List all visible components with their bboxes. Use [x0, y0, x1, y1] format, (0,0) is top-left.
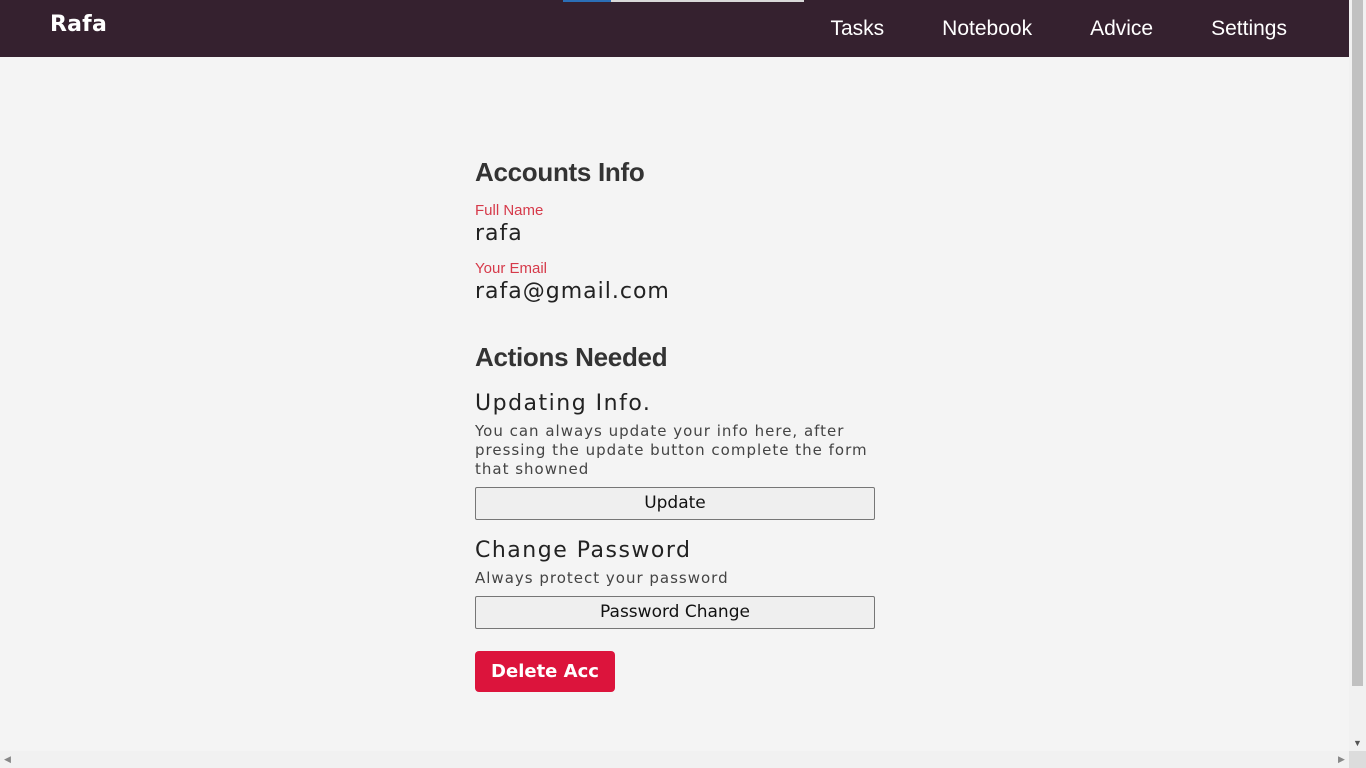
update-info-title: Updating Info. [475, 391, 652, 416]
nav-link-tasks[interactable]: Tasks [830, 17, 884, 41]
vertical-scrollbar[interactable]: ▼ [1349, 0, 1366, 751]
nav-link-settings[interactable]: Settings [1211, 17, 1287, 41]
nav-links: Tasks Notebook Advice Settings [772, 0, 1287, 57]
full-name-value: rafa [475, 221, 523, 246]
vertical-scroll-thumb[interactable] [1352, 0, 1363, 686]
scroll-right-arrow-icon[interactable]: ▶ [1336, 754, 1347, 765]
change-password-title: Change Password [475, 538, 692, 563]
settings-content: Accounts Info Full Name rafa Your Email … [475, 157, 875, 692]
nav-link-advice[interactable]: Advice [1090, 17, 1153, 41]
page-progress-bar [563, 0, 804, 2]
page-progress-fill [563, 0, 612, 2]
accounts-info-heading: Accounts Info [475, 157, 645, 187]
horizontal-scrollbar[interactable]: ◀ ▶ [0, 751, 1349, 768]
actions-needed-heading: Actions Needed [475, 342, 668, 372]
scroll-left-arrow-icon[interactable]: ◀ [2, 754, 13, 765]
update-button[interactable]: Update [475, 487, 875, 520]
full-name-label: Full Name [475, 202, 544, 219]
brand-logo[interactable]: Rafa [50, 12, 107, 37]
delete-account-button[interactable]: Delete Acc [475, 651, 615, 692]
scrollbar-corner [1349, 751, 1366, 768]
change-password-description: Always protect your password [475, 569, 729, 587]
scroll-down-arrow-icon[interactable]: ▼ [1352, 738, 1363, 749]
email-label: Your Email [475, 260, 547, 277]
update-info-description: You can always update your info here, af… [475, 422, 868, 478]
nav-link-notebook[interactable]: Notebook [942, 17, 1032, 41]
email-value: rafa@gmail.com [475, 279, 670, 304]
top-navbar: Rafa Tasks Notebook Advice Settings [0, 0, 1349, 57]
password-change-button[interactable]: Password Change [475, 596, 875, 629]
